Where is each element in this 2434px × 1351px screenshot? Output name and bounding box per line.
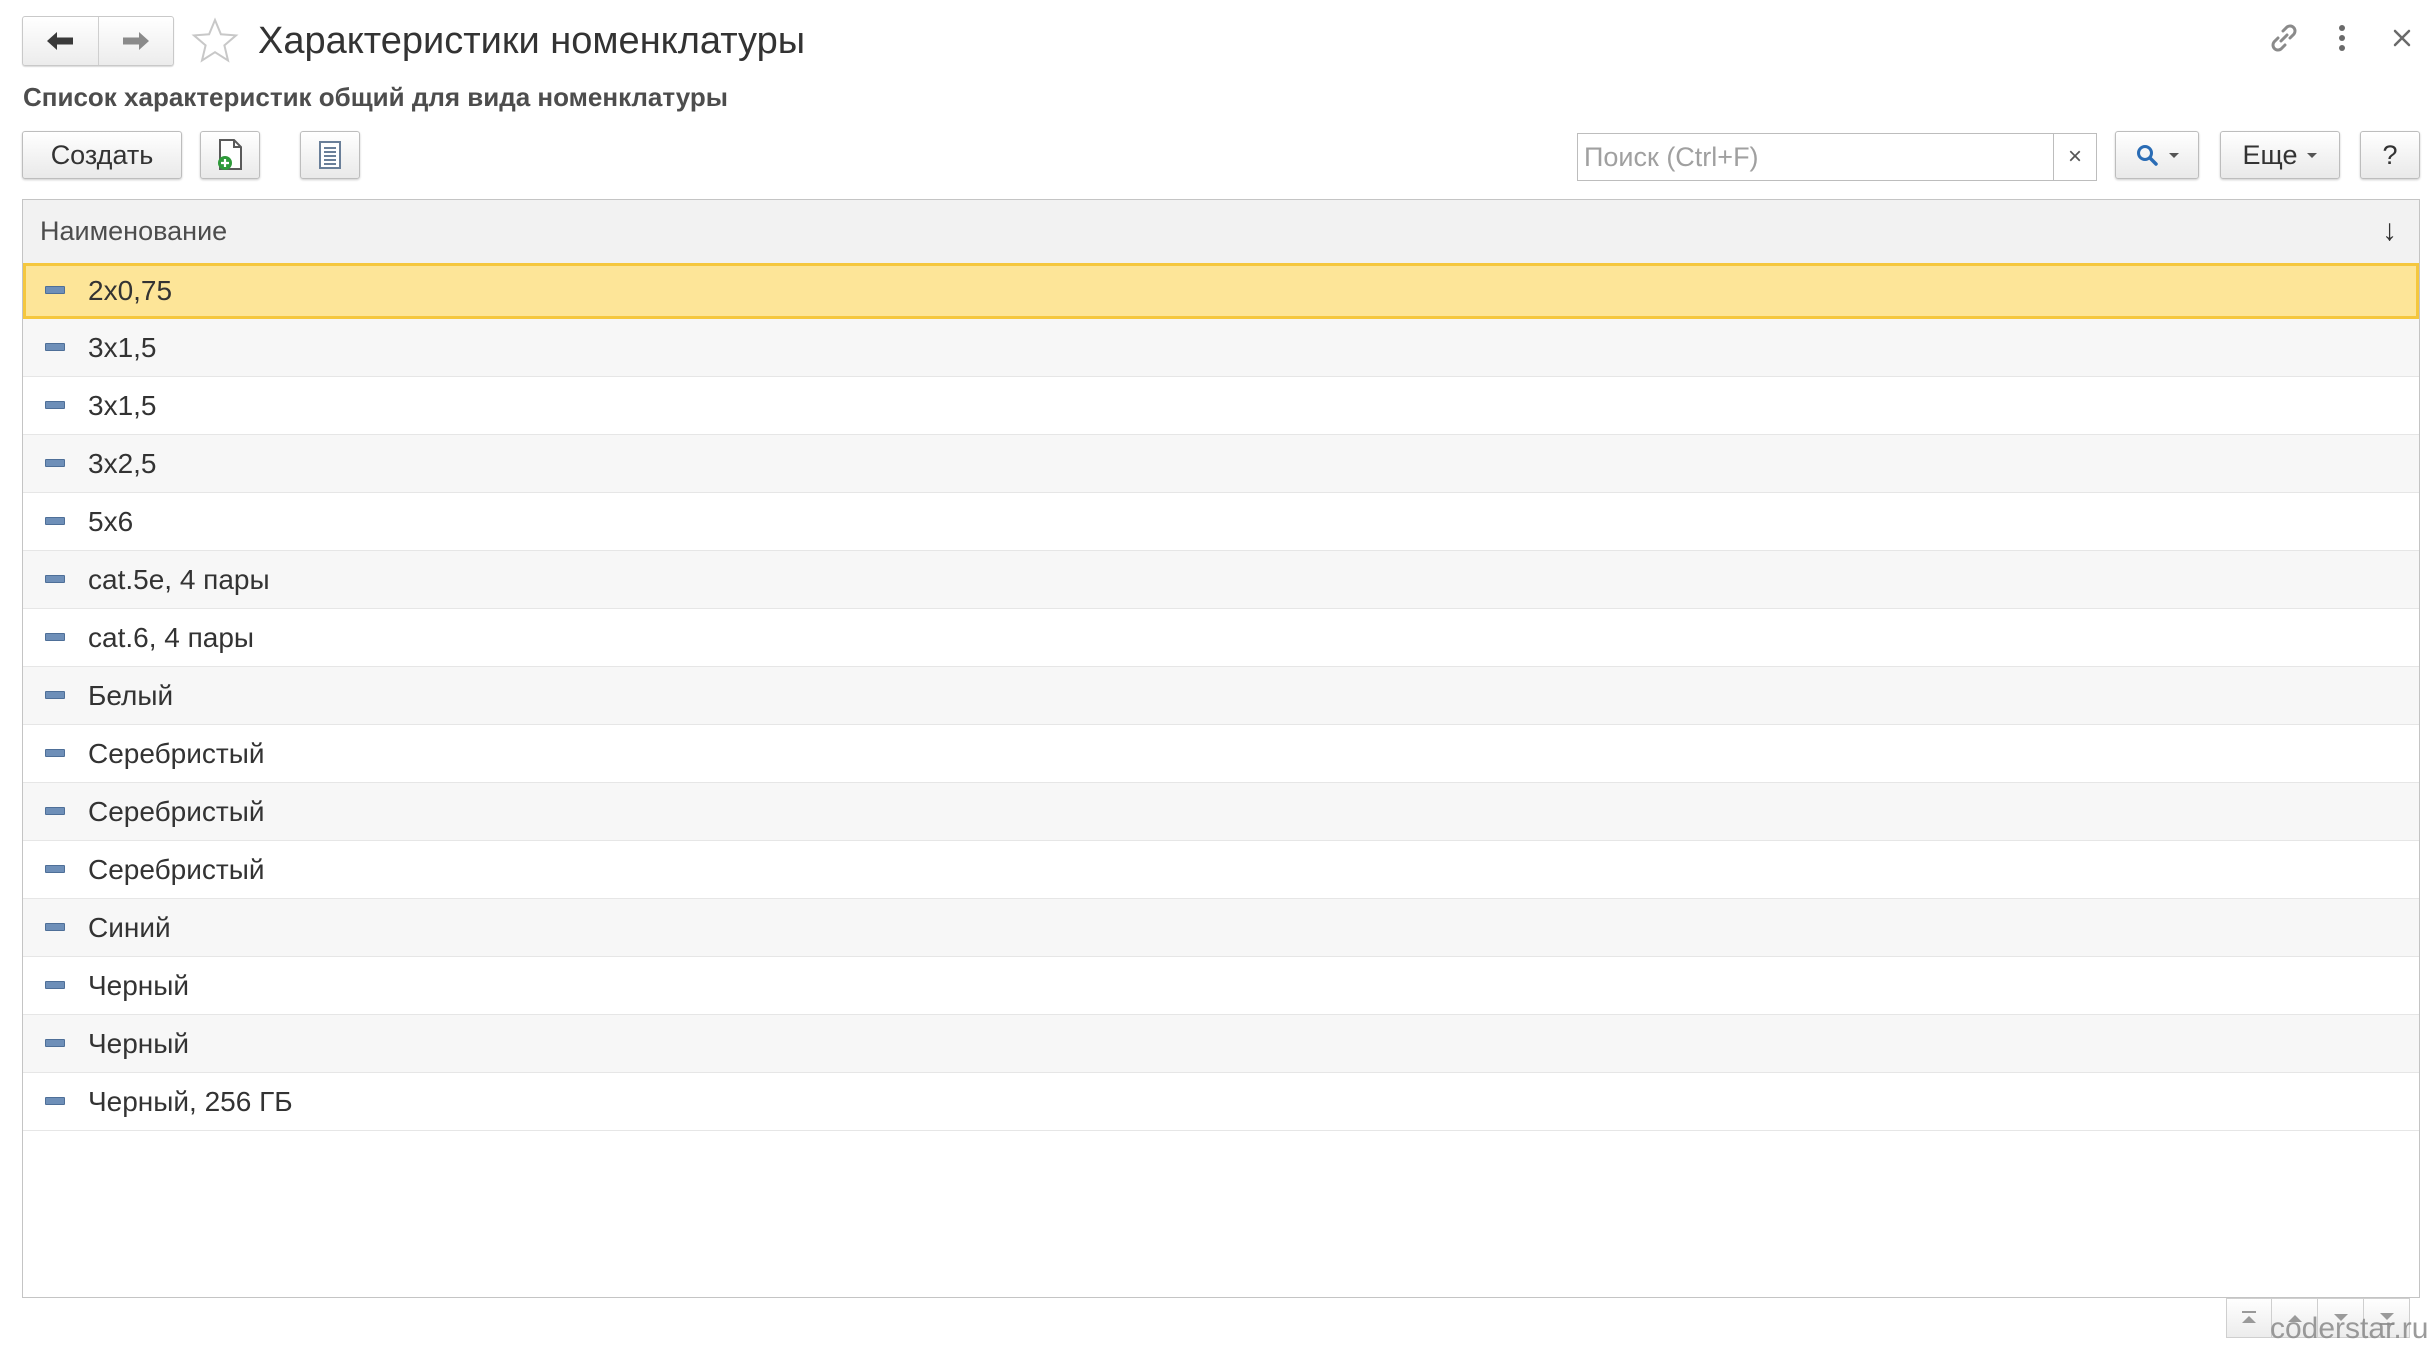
back-button[interactable]	[23, 17, 98, 65]
table-row[interactable]: Серебристый	[23, 783, 2419, 841]
row-name-cell: Серебристый	[88, 795, 265, 827]
more-button[interactable]: Еще	[2220, 131, 2340, 179]
dropdown-caret-icon	[2307, 152, 2318, 158]
item-element-icon	[45, 632, 65, 641]
scroll-to-top-icon	[2242, 1311, 2256, 1323]
table-row[interactable]: Черный	[23, 957, 2419, 1015]
row-name-cell: Серебристый	[88, 737, 265, 769]
star-icon[interactable]	[190, 16, 240, 66]
navigation-buttons	[22, 16, 174, 66]
forward-button[interactable]	[97, 17, 174, 65]
row-name-cell: 3х1,5	[88, 331, 157, 363]
close-icon	[2393, 29, 2411, 47]
close-button[interactable]	[2382, 18, 2422, 58]
table-row[interactable]: Серебристый	[23, 725, 2419, 783]
item-element-icon	[45, 690, 65, 699]
table-row[interactable]: cat.6, 4 пары	[23, 609, 2419, 667]
item-element-icon	[45, 574, 65, 583]
table-row[interactable]: cat.5e, 4 пары	[23, 551, 2419, 609]
create-copy-button[interactable]	[200, 131, 260, 179]
sort-desc-icon: ↓	[2382, 214, 2397, 247]
row-name-cell: Белый	[88, 679, 174, 711]
table-row[interactable]: Синий	[23, 899, 2419, 957]
form-subtitle: Список характеристик общий для вида номе…	[23, 82, 728, 112]
item-element-icon	[45, 1038, 65, 1047]
item-element-icon	[45, 864, 65, 873]
search-button[interactable]	[2115, 131, 2199, 179]
more-button-label: Еще	[2242, 139, 2298, 170]
link-icon	[2271, 24, 2297, 52]
table-row[interactable]: 3х1,5	[23, 377, 2419, 435]
search-field[interactable]: ×	[1577, 133, 2097, 181]
item-element-icon	[45, 980, 65, 989]
table-row[interactable]: 3х1,5	[23, 319, 2419, 377]
create-button[interactable]: Создать	[22, 131, 182, 179]
item-element-icon	[45, 286, 65, 294]
help-button[interactable]: ?	[2360, 131, 2420, 179]
more-actions-button[interactable]	[2322, 18, 2362, 58]
table-row[interactable]: 2х0,75	[23, 263, 2419, 319]
item-element-icon	[45, 748, 65, 757]
table-row[interactable]: Белый	[23, 667, 2419, 725]
link-button[interactable]	[2264, 18, 2304, 58]
characteristics-table[interactable]: Наименование ↓ 2х0,75 3х1,5 3х1,5 3х2,5 5х6 c…	[22, 199, 2420, 1298]
page-title: Характеристики номенклатуры	[258, 20, 806, 62]
row-name-cell: Черный	[88, 969, 190, 1001]
table-body: 2х0,75 3х1,5 3х1,5 3х2,5 5х6 cat.5e, 4 пары ca…	[23, 263, 2419, 1131]
row-name-cell: 2х0,75	[88, 275, 173, 306]
document-add-icon	[218, 139, 242, 170]
kebab-menu-icon	[2339, 25, 2345, 51]
search-clear-button[interactable]: ×	[2053, 134, 2096, 180]
row-name-cell: cat.5e, 4 пары	[88, 563, 270, 595]
table-row[interactable]: 3х2,5	[23, 435, 2419, 493]
arrow-right-icon	[122, 32, 149, 50]
dropdown-caret-icon	[2169, 152, 2179, 158]
list-mode-button[interactable]	[300, 131, 360, 179]
item-element-icon	[45, 516, 65, 525]
magnifier-icon	[2137, 145, 2158, 166]
row-name-cell: Черный, 256 ГБ	[88, 1085, 293, 1117]
scroll-to-top-button[interactable]	[2226, 1298, 2272, 1338]
table-row[interactable]: Серебристый	[23, 841, 2419, 899]
row-name-cell: Серебристый	[88, 853, 265, 885]
table-row[interactable]: Черный, 256 ГБ	[23, 1073, 2419, 1131]
item-element-icon	[45, 922, 65, 931]
item-element-icon	[45, 342, 65, 351]
search-input[interactable]	[1578, 135, 2053, 179]
column-header-name[interactable]: Наименование	[23, 216, 227, 247]
table-header[interactable]: Наименование ↓	[23, 200, 2419, 264]
row-name-cell: Черный	[88, 1027, 190, 1059]
item-element-icon	[45, 458, 65, 467]
item-element-icon	[45, 400, 65, 409]
item-element-icon	[45, 1096, 65, 1105]
watermark: coderstar.ru	[2270, 1312, 2429, 1345]
item-element-icon	[45, 806, 65, 815]
row-name-cell: 5х6	[88, 505, 134, 537]
list-icon	[319, 141, 341, 169]
arrow-left-icon	[47, 32, 74, 50]
row-name-cell: cat.6, 4 пары	[88, 621, 255, 653]
row-name-cell: 3х1,5	[88, 389, 157, 421]
table-row[interactable]: 5х6	[23, 493, 2419, 551]
row-name-cell: Синий	[88, 911, 171, 943]
row-name-cell: 3х2,5	[88, 447, 157, 479]
table-row[interactable]: Черный	[23, 1015, 2419, 1073]
